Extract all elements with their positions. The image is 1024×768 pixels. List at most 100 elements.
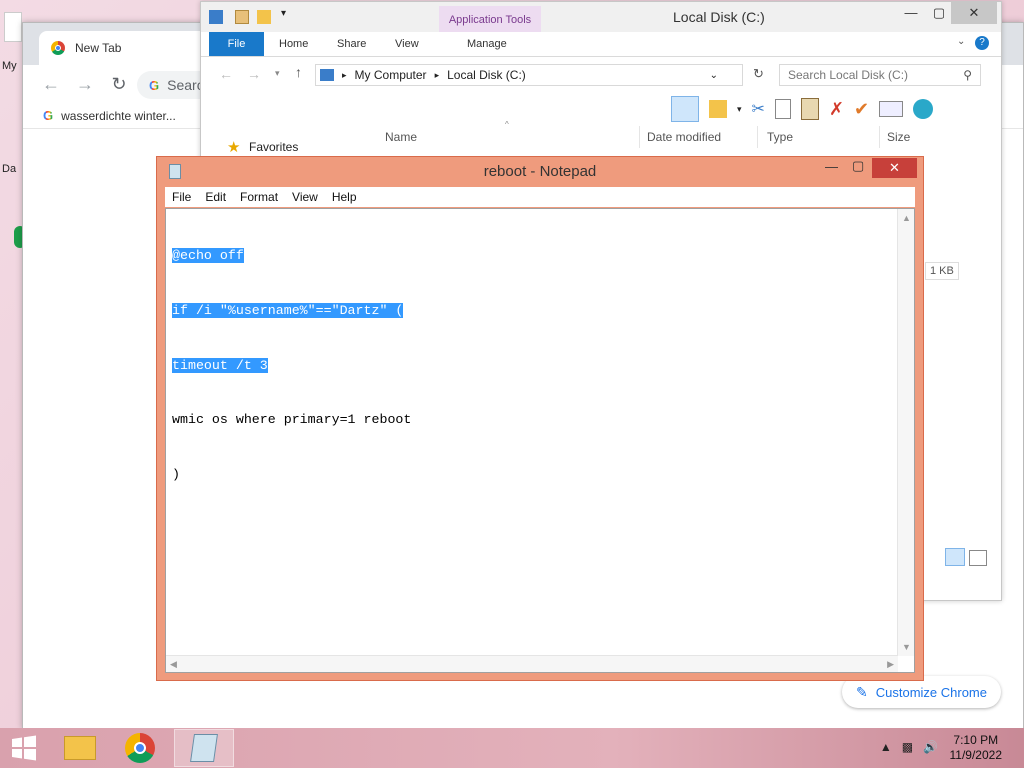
text-line: @echo off [172, 247, 411, 265]
copy-icon[interactable] [774, 99, 791, 119]
menu-format[interactable]: Format [233, 187, 285, 207]
properties-icon[interactable] [235, 10, 249, 24]
taskbar-file-explorer[interactable] [50, 729, 110, 767]
text-line: ) [172, 466, 411, 484]
desktop-icon[interactable] [4, 12, 22, 42]
paste-icon[interactable] [800, 98, 819, 120]
clock[interactable]: 7:10 PM 11/9/2022 [950, 733, 1003, 763]
scroll-down-arrow-icon[interactable]: ▼ [902, 642, 911, 652]
desktop-icon-label-my[interactable]: My [2, 60, 17, 72]
computer-icon [320, 69, 334, 81]
column-name[interactable]: Name [385, 130, 417, 144]
omnibox-placeholder: Searc [167, 77, 204, 93]
desktop-icon-label-da[interactable]: Da [2, 163, 16, 175]
refresh-icon[interactable]: ↻ [753, 66, 764, 82]
google-favicon-icon: G [43, 108, 54, 123]
explorer-titlebar: ▾ Application Tools Local Disk (C:) — ▢ … [201, 2, 1001, 34]
delete-icon[interactable]: ✗ [829, 99, 844, 120]
explorer-search-input[interactable]: Search Local Disk (C:) ⚲ [779, 64, 981, 86]
menu-file[interactable]: File [165, 187, 198, 207]
breadcrumb-separator-icon: ▸ [342, 69, 347, 80]
explorer-ribbon-tabs: File Home Share View Manage ⌄ ? [201, 32, 1001, 57]
computer-icon [209, 10, 223, 24]
large-icons-view-icon[interactable] [969, 550, 987, 566]
back-arrow-icon[interactable]: ← [41, 74, 61, 95]
address-dropdown-icon[interactable]: ⌄ [710, 70, 718, 81]
file-size-cell: 1 KB [925, 262, 959, 280]
text-content: wmic os where primary=1 reboot [172, 412, 412, 428]
show-hidden-icons-icon[interactable]: ▲ [880, 740, 892, 754]
favorites-star-icon: ★ [227, 139, 241, 156]
chrome-icon [125, 733, 155, 763]
clock-time: 7:10 PM [953, 733, 999, 747]
scroll-right-arrow-icon[interactable]: ▶ [887, 659, 894, 670]
notepad-text-area[interactable]: @echo off if /i "%username%"=="Dartz" ( … [165, 208, 915, 673]
forward-icon[interactable]: → [247, 66, 261, 82]
horizontal-scrollbar[interactable]: ◀ ▶ [166, 655, 898, 672]
maximize-button[interactable]: ▢ [852, 158, 864, 174]
move-to-folder-icon[interactable] [709, 100, 727, 118]
ribbon-expand-icon[interactable]: ⌄ [957, 36, 965, 47]
scroll-up-arrow-icon[interactable]: ▲ [902, 213, 911, 223]
cut-icon[interactable]: ✂ [752, 99, 765, 119]
start-button[interactable] [0, 729, 48, 767]
close-button[interactable]: ✕ [872, 158, 917, 178]
rename-checkmark-icon[interactable]: ✔ [854, 99, 869, 120]
text-line: timeout /t 3 [172, 357, 411, 375]
bookmark-item[interactable]: wasserdichte winter... [61, 109, 176, 123]
menu-view[interactable]: View [285, 187, 325, 207]
ribbon-tab-home[interactable]: Home [279, 32, 308, 56]
details-view-icon[interactable] [945, 548, 965, 566]
google-logo-icon: G [149, 77, 160, 93]
chrome-icon [51, 41, 65, 55]
minimize-button[interactable]: — [825, 159, 838, 174]
menu-edit[interactable]: Edit [198, 187, 233, 207]
ribbon-tab-manage[interactable]: Manage [467, 32, 507, 56]
globe-icon[interactable] [913, 99, 934, 119]
new-folder-icon[interactable] [257, 10, 271, 24]
ribbon-tab-file[interactable]: File [209, 32, 264, 56]
recent-locations-icon[interactable]: ▾ [275, 68, 280, 79]
help-icon[interactable]: ? [975, 36, 989, 50]
notepad-window: reboot - Notepad — ▢ ✕ File Edit Format … [156, 156, 924, 681]
ribbon-tab-share[interactable]: Share [337, 32, 366, 56]
taskbar-notepad[interactable] [174, 729, 234, 767]
text-content: ) [172, 466, 180, 482]
vertical-scrollbar[interactable]: ▲ ▼ [897, 209, 914, 656]
notepad-content: @echo off if /i "%username%"=="Dartz" ( … [172, 211, 411, 520]
column-date-modified[interactable]: Date modified [647, 130, 721, 144]
forward-arrow-icon[interactable]: → [75, 74, 95, 95]
breadcrumb-local-disk[interactable]: Local Disk (C:) [447, 68, 526, 82]
details-pane-icon[interactable] [671, 96, 699, 122]
customize-chrome-label: Customize Chrome [875, 684, 987, 700]
menu-help[interactable]: Help [325, 187, 364, 207]
application-tools-context-tab[interactable]: Application Tools [439, 6, 541, 34]
quick-access-dropdown-icon[interactable]: ▾ [281, 8, 286, 19]
breadcrumb-separator-icon: ▸ [434, 69, 440, 80]
taskbar-chrome[interactable] [110, 729, 170, 767]
column-type[interactable]: Type [767, 130, 793, 144]
taskbar: ▲ ▩ 🔊 7:10 PM 11/9/2022 [0, 728, 1024, 768]
dropdown-icon[interactable]: ▾ [737, 104, 742, 115]
selected-text: if /i "%username%"=="Dartz" ( [172, 303, 404, 319]
text-line: wmic os where primary=1 reboot [172, 411, 411, 429]
reload-icon[interactable]: ↻ [109, 74, 129, 95]
address-bar[interactable]: ▸ My Computer ▸ Local Disk (C:) ⌄ [315, 64, 743, 86]
scroll-left-arrow-icon[interactable]: ◀ [170, 659, 177, 670]
clock-date: 11/9/2022 [949, 748, 1003, 762]
close-button[interactable]: ✕ [951, 2, 997, 24]
back-icon[interactable]: ← [219, 66, 233, 82]
up-arrow-icon[interactable]: ↑ [295, 64, 302, 80]
sort-ascending-icon: ^ [505, 120, 509, 129]
ribbon-tab-view[interactable]: View [395, 32, 419, 56]
notepad-title: reboot - Notepad [483, 163, 597, 180]
volume-icon[interactable]: 🔊 [923, 740, 938, 754]
windows-logo-icon [12, 735, 36, 761]
properties-panel-icon[interactable] [879, 101, 904, 117]
column-size[interactable]: Size [887, 130, 910, 144]
network-icon[interactable]: ▩ [902, 740, 913, 754]
pencil-icon: ✎ [856, 683, 868, 700]
selected-text: timeout /t 3 [172, 357, 268, 373]
breadcrumb-my-computer[interactable]: My Computer [355, 68, 427, 82]
nav-favorites[interactable]: Favorites [249, 140, 298, 154]
